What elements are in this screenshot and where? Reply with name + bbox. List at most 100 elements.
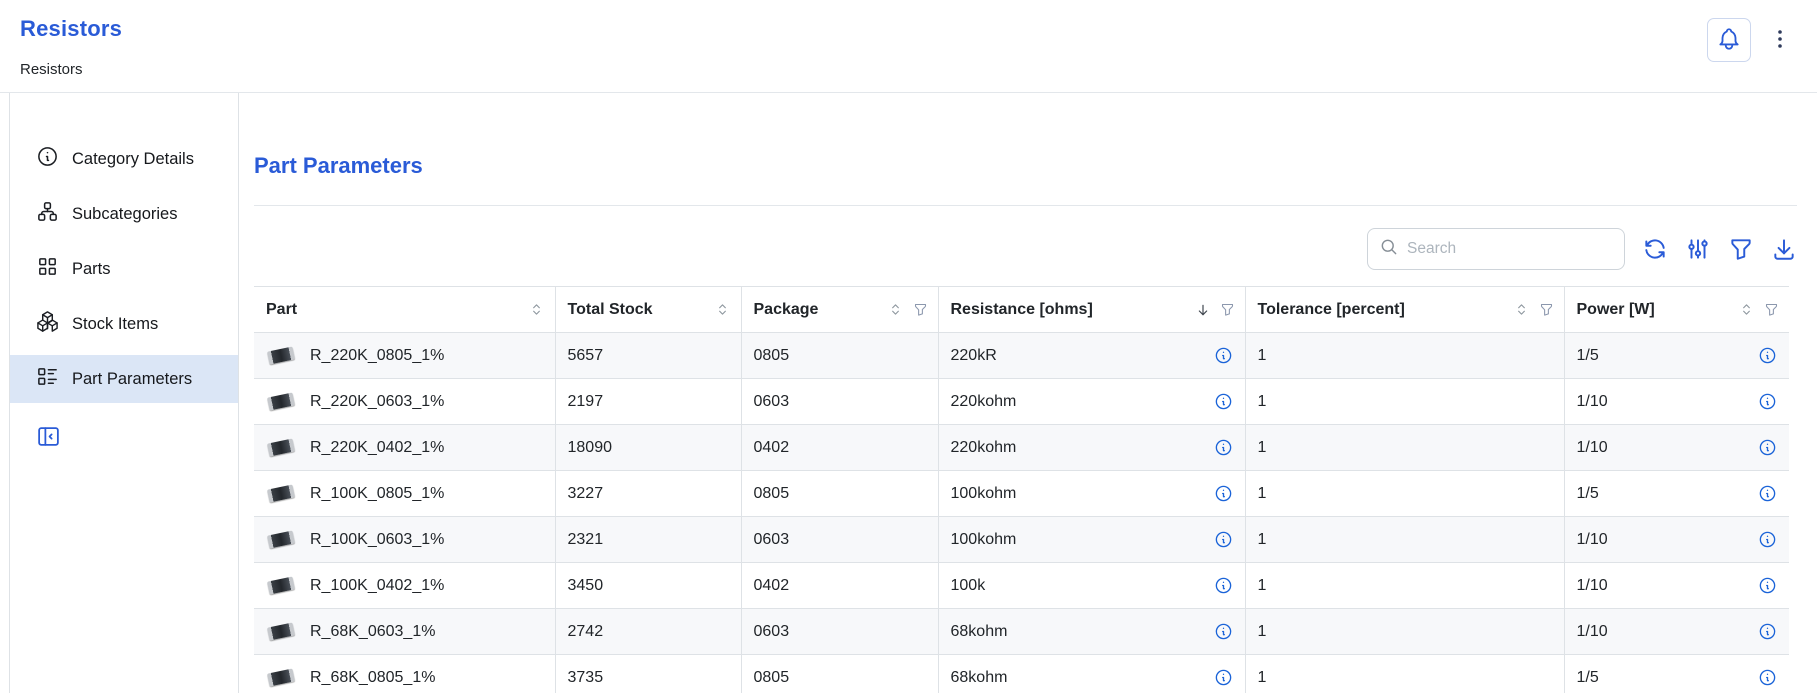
- resistance-info-button[interactable]: [1214, 530, 1233, 549]
- column-header-resistance[interactable]: Resistance [ohms]: [938, 287, 1245, 333]
- column-header-power[interactable]: Power [W]: [1564, 287, 1789, 333]
- part-thumbnail: [266, 528, 296, 552]
- power-info-button[interactable]: [1758, 668, 1777, 687]
- part-name: R_100K_0805_1%: [310, 485, 444, 503]
- resistance-info-button[interactable]: [1214, 622, 1233, 641]
- part-thumbnail: [266, 482, 296, 506]
- sort-descending-icon[interactable]: [1195, 302, 1211, 318]
- info-icon: [1214, 346, 1233, 365]
- column-label: Total Stock: [568, 301, 653, 319]
- power-info-button[interactable]: [1758, 576, 1777, 595]
- table-row[interactable]: R_100K_0603_1% 2321 0603 100kohm 1 1/10: [254, 517, 1789, 563]
- column-filter-icon[interactable]: [913, 302, 928, 317]
- resistance-info-button[interactable]: [1214, 576, 1233, 595]
- power-value: 1/5: [1577, 347, 1599, 365]
- content-area: Category Details Subcategories Parts: [9, 93, 1817, 693]
- table-options-button[interactable]: [1685, 236, 1711, 262]
- overflow-menu-button[interactable]: [1767, 18, 1793, 62]
- table-row[interactable]: R_100K_0805_1% 3227 0805 100kohm 1 1/5: [254, 471, 1789, 517]
- sidebar-item-parts[interactable]: Parts: [10, 245, 238, 293]
- resistance-info-button[interactable]: [1214, 668, 1233, 687]
- power-info-button[interactable]: [1758, 484, 1777, 503]
- power-value: 1/10: [1577, 577, 1608, 595]
- refresh-button[interactable]: [1642, 236, 1668, 262]
- power-info-button[interactable]: [1758, 438, 1777, 457]
- list-details-icon: [36, 365, 59, 393]
- total-stock-value: 2742: [568, 623, 604, 641]
- tolerance-value: 1: [1258, 485, 1267, 503]
- part-thumbnail: [266, 574, 296, 598]
- column-filter-icon[interactable]: [1539, 302, 1554, 317]
- part-name: R_220K_0603_1%: [310, 393, 444, 411]
- info-icon: [1758, 438, 1777, 457]
- power-info-button[interactable]: [1758, 530, 1777, 549]
- resistance-info-button[interactable]: [1214, 392, 1233, 411]
- sidebar-collapse-button[interactable]: [36, 424, 61, 452]
- info-icon: [1214, 622, 1233, 641]
- sort-icon[interactable]: [1738, 301, 1755, 318]
- table-row[interactable]: R_68K_0805_1% 3735 0805 68kohm 1 1/5: [254, 655, 1789, 693]
- total-stock-value: 3227: [568, 485, 604, 503]
- sort-icon[interactable]: [887, 301, 904, 318]
- column-header-part[interactable]: Part: [254, 287, 555, 333]
- breadcrumb[interactable]: Resistors: [20, 61, 122, 78]
- package-value: 0805: [754, 347, 790, 365]
- table-row[interactable]: R_220K_0402_1% 18090 0402 220kohm 1 1/10: [254, 425, 1789, 471]
- info-circle-icon: [36, 145, 59, 173]
- package-value: 0805: [754, 485, 790, 503]
- sort-icon[interactable]: [528, 301, 545, 318]
- topbar: Resistors Resistors: [0, 0, 1817, 93]
- total-stock-value: 2197: [568, 393, 604, 411]
- table-row[interactable]: R_68K_0603_1% 2742 0603 68kohm 1 1/10: [254, 609, 1789, 655]
- power-info-button[interactable]: [1758, 346, 1777, 365]
- column-label: Part: [266, 301, 297, 319]
- resistance-info-button[interactable]: [1214, 438, 1233, 457]
- refresh-icon: [1642, 250, 1668, 265]
- filter-button[interactable]: [1728, 236, 1754, 262]
- sort-icon[interactable]: [1513, 301, 1530, 318]
- sidebar-item-subcategories[interactable]: Subcategories: [10, 190, 238, 238]
- column-header-package[interactable]: Package: [741, 287, 938, 333]
- table-row[interactable]: R_220K_0603_1% 2197 0603 220kohm 1 1/10: [254, 379, 1789, 425]
- tolerance-value: 1: [1258, 531, 1267, 549]
- part-name: R_220K_0402_1%: [310, 439, 444, 457]
- tolerance-value: 1: [1258, 669, 1267, 687]
- column-filter-icon[interactable]: [1764, 302, 1779, 317]
- power-info-button[interactable]: [1758, 392, 1777, 411]
- download-button[interactable]: [1771, 236, 1797, 262]
- column-header-tolerance[interactable]: Tolerance [percent]: [1245, 287, 1564, 333]
- search-input[interactable]: [1407, 240, 1613, 258]
- sidebar-item-label: Subcategories: [72, 205, 178, 224]
- table-row[interactable]: R_220K_0805_1% 5657 0805 220kR 1 1/5: [254, 333, 1789, 379]
- sort-icon[interactable]: [714, 301, 731, 318]
- sidebar-item-part-parameters[interactable]: Part Parameters: [10, 355, 238, 403]
- sidebar-item-category-details[interactable]: Category Details: [10, 135, 238, 183]
- column-label: Power [W]: [1577, 301, 1655, 319]
- table-body: R_220K_0805_1% 5657 0805 220kR 1 1/5: [254, 333, 1789, 693]
- resistance-value: 100k: [951, 577, 986, 595]
- part-thumbnail: [266, 344, 296, 368]
- total-stock-value: 2321: [568, 531, 604, 549]
- tolerance-value: 1: [1258, 439, 1267, 457]
- package-value: 0603: [754, 393, 790, 411]
- part-name: R_68K_0603_1%: [310, 623, 435, 641]
- sitemap-icon: [36, 200, 59, 228]
- column-filter-icon[interactable]: [1220, 302, 1235, 317]
- resistance-info-button[interactable]: [1214, 484, 1233, 503]
- power-value: 1/10: [1577, 623, 1608, 641]
- tolerance-value: 1: [1258, 393, 1267, 411]
- sidebar-item-stock-items[interactable]: Stock Items: [10, 300, 238, 348]
- notifications-button[interactable]: [1707, 18, 1751, 62]
- tolerance-value: 1: [1258, 577, 1267, 595]
- table-row[interactable]: R_100K_0402_1% 3450 0402 100k 1 1/10: [254, 563, 1789, 609]
- info-icon: [1758, 530, 1777, 549]
- total-stock-value: 5657: [568, 347, 604, 365]
- main-panel: Part Parameters: [239, 93, 1817, 693]
- power-info-button[interactable]: [1758, 622, 1777, 641]
- info-icon: [1214, 484, 1233, 503]
- tolerance-value: 1: [1258, 347, 1267, 365]
- part-thumbnail: [266, 620, 296, 644]
- column-header-total-stock[interactable]: Total Stock: [555, 287, 741, 333]
- filter-icon: [1728, 250, 1754, 265]
- resistance-info-button[interactable]: [1214, 346, 1233, 365]
